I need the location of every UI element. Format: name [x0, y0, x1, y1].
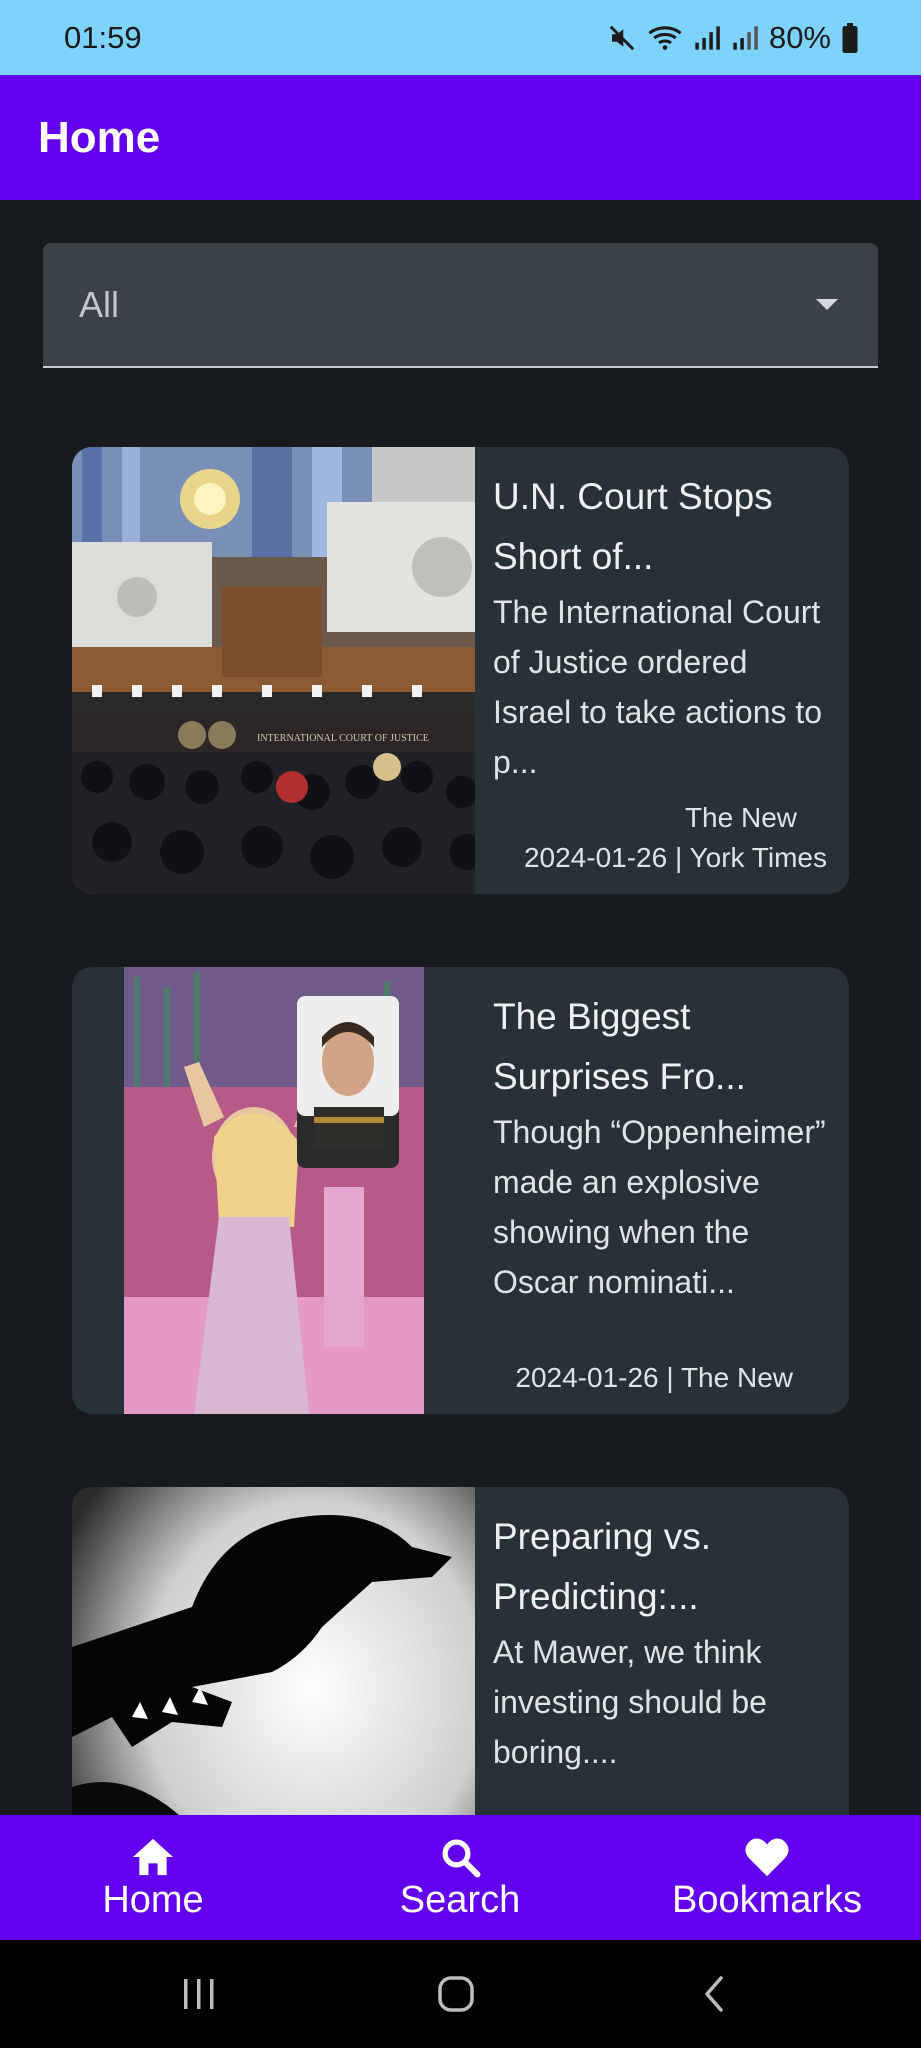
heart-icon: [744, 1835, 790, 1879]
article-text: U.N. Court Stops Short of... The Interna…: [493, 467, 833, 787]
battery-percent: 80%: [768, 19, 831, 55]
mute-icon: [607, 23, 637, 53]
nav-bookmarks[interactable]: Bookmarks: [652, 1815, 882, 1940]
status-icons: 80%: [607, 20, 859, 56]
battery-icon: [841, 22, 859, 53]
nav-bookmarks-label: Bookmarks: [671, 1878, 863, 1921]
signal-icon-1: [693, 24, 721, 52]
back-icon[interactable]: [683, 1962, 747, 2026]
article-card[interactable]: The Biggest Surprises Fro... Though “Opp…: [72, 967, 849, 1414]
article-description: Though “Oppenheimer” made an explosive s…: [493, 1114, 826, 1300]
recent-apps-icon[interactable]: [167, 1962, 231, 2026]
search-icon: [439, 1835, 481, 1879]
home-icon: [131, 1835, 175, 1879]
article-source-line2: York Times: [689, 842, 827, 873]
category-dropdown[interactable]: All: [43, 243, 878, 368]
home-button-icon[interactable]: [424, 1962, 488, 2026]
nav-search-label: Search: [399, 1878, 521, 1921]
article-text: Preparing vs. Predicting:... At Mawer, w…: [493, 1507, 833, 1777]
page-title: Home: [38, 112, 161, 162]
article-text: The Biggest Surprises Fro... Though “Opp…: [493, 987, 833, 1307]
status-bar: 01:59 80%: [0, 0, 921, 75]
dropdown-selected-value: All: [79, 283, 120, 325]
article-description: The International Court of Justice order…: [493, 594, 823, 780]
article-image: [124, 967, 424, 1414]
article-title: Preparing vs. Predicting:...: [493, 1516, 711, 1617]
signal-icon-2: [731, 24, 759, 52]
nav-home[interactable]: Home: [68, 1815, 238, 1940]
system-navigation-bar: [0, 1940, 921, 2048]
article-meta: The New 2024-01-26 | York Times: [524, 798, 827, 878]
article-card[interactable]: INTERNATIONAL COURT OF JUSTICE U.N. Cour…: [72, 447, 849, 894]
court-sign-text: INTERNATIONAL COURT OF JUSTICE: [257, 733, 429, 744]
nav-search[interactable]: Search: [375, 1815, 545, 1940]
meta-separator: |: [658, 1362, 681, 1393]
article-title: U.N. Court Stops Short of...: [493, 476, 773, 577]
article-date: 2024-01-26: [523, 842, 668, 873]
article-source-line1: The New: [684, 802, 797, 833]
screen: 01:59 80% Home All INTERNATIONAL COURT O…: [0, 0, 921, 2048]
article-title: The Biggest Surprises Fro...: [493, 996, 746, 1097]
article-source: The New: [680, 1362, 793, 1393]
status-time: 01:59: [64, 19, 142, 55]
article-meta: 2024-01-26 | The New: [515, 1358, 793, 1398]
article-date: 2024-01-26: [515, 1362, 659, 1393]
wifi-icon: [647, 23, 683, 53]
bottom-navigation: Home Search Bookmarks: [0, 1815, 921, 1940]
nav-home-label: Home: [102, 1878, 204, 1921]
meta-separator: |: [667, 842, 690, 873]
article-image: INTERNATIONAL COURT OF JUSTICE: [72, 447, 475, 894]
dropdown-arrow-icon: [816, 299, 838, 310]
app-bar: Home: [0, 75, 921, 200]
article-description: At Mawer, we think investing should be b…: [493, 1634, 767, 1770]
